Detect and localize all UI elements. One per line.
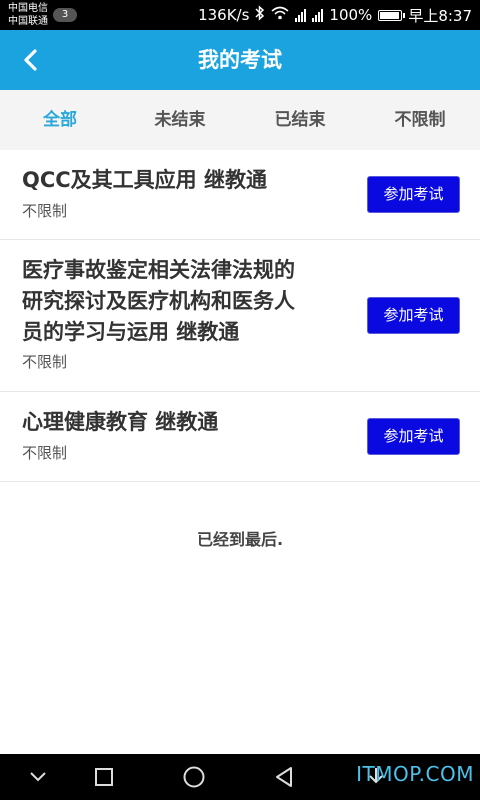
join-exam-button[interactable]: 参加考试 [367,297,460,334]
tab-all[interactable]: 全部 [0,90,120,150]
nav-back-button[interactable] [272,765,296,789]
signal-icon-2 [312,8,324,22]
network-speed: 136K/s [198,6,250,24]
filter-tabs: 全部 未结束 已结束 不限制 [0,90,480,150]
exam-title-line: QCC及其工具应用 继教通 [22,168,267,192]
triangle-back-icon [276,767,292,787]
exam-title-line: 医疗事故鉴定相关法律法规的 [22,258,295,282]
battery-percent: 100% [329,6,373,24]
chevron-down-icon [30,772,46,782]
exam-title: 心理健康教育 继教通 [22,407,352,438]
exam-status: 不限制 [22,353,68,371]
nav-home-button[interactable] [182,765,206,789]
exam-list: QCC及其工具应用 继教通 不限制 参加考试 医疗事故鉴定相关法律法规的 研究探… [0,150,480,482]
exam-item: QCC及其工具应用 继教通 不限制 参加考试 [0,150,480,240]
square-icon [95,768,113,786]
exam-title-line: 员的学习与运用 继教通 [22,320,240,344]
nav-recents-button[interactable] [92,765,116,789]
carrier-1: 中国电信 [8,3,48,14]
exam-title: QCC及其工具应用 继教通 [22,165,352,196]
join-exam-button[interactable]: 参加考试 [367,418,460,455]
carrier-info: 中国电信 中国联通 [8,2,48,28]
list-end-text: 已经到最后. [196,530,284,549]
join-exam-button[interactable]: 参加考试 [367,176,460,213]
exam-status: 不限制 [22,444,68,462]
system-nav-bar: ITMOP.COM [0,754,480,800]
tab-unfinished[interactable]: 未结束 [120,90,240,150]
app-header: 我的考试 [0,30,480,90]
exam-item: 医疗事故鉴定相关法律法规的 研究探讨及医疗机构和医务人 员的学习与运用 继教通 … [0,240,480,392]
notification-badge: 3 [53,8,77,22]
watermark: ITMOP.COM [356,762,474,786]
exam-title: 医疗事故鉴定相关法律法规的 研究探讨及医疗机构和医务人 员的学习与运用 继教通 [22,255,352,348]
circle-icon [183,766,205,788]
exam-title-line: 心理健康教育 继教通 [22,410,219,434]
status-bar: 中国电信 中国联通 3 136K/s 100% 早上8:37 [0,0,480,30]
signal-icon-1 [295,8,307,22]
bluetooth-icon [255,5,265,25]
tab-finished[interactable]: 已结束 [240,90,360,150]
battery-icon [378,9,406,21]
page-title: 我的考试 [198,48,282,72]
carrier-2: 中国联通 [8,16,48,27]
nav-collapse-button[interactable] [26,765,50,789]
clock: 早上8:37 [408,6,472,25]
exam-title-line: 研究探讨及医疗机构和医务人 [22,289,295,313]
exam-item: 心理健康教育 继教通 不限制 参加考试 [0,392,480,482]
exam-status: 不限制 [22,202,68,220]
tab-unlimited[interactable]: 不限制 [360,90,480,150]
wifi-icon [271,6,289,24]
